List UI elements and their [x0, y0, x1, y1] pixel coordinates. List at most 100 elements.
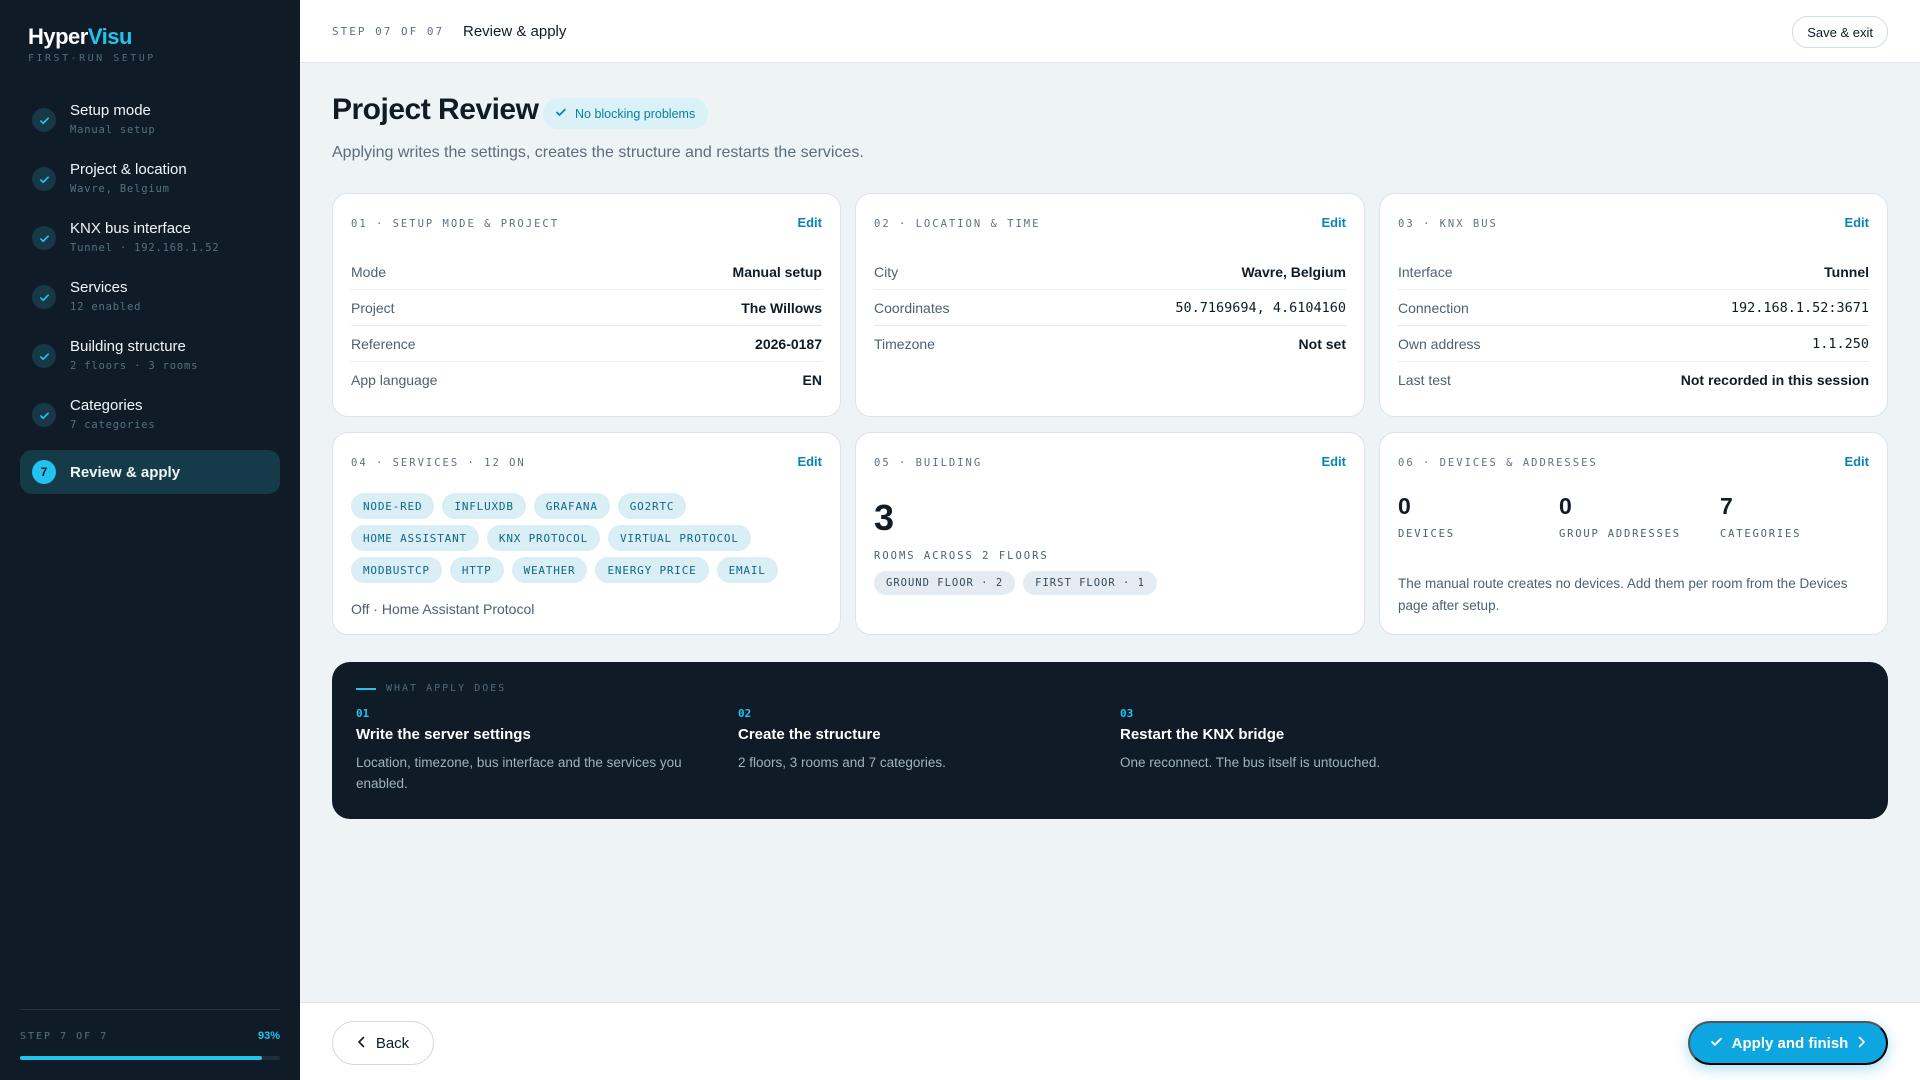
detail-row: Coordinates 50.7169694, 4.6104160	[874, 290, 1346, 326]
apply-and-finish-button[interactable]: Apply and finish	[1688, 1021, 1888, 1065]
check-icon	[32, 167, 56, 191]
step-label: Building structure	[70, 338, 186, 355]
edit-knx-link[interactable]: Edit	[1844, 215, 1869, 230]
detail-row: Timezone Not set	[874, 326, 1346, 362]
detail-value: 50.7169694, 4.6104160	[1175, 299, 1346, 316]
bottom-bar: Back Apply and finish	[300, 1002, 1920, 1080]
step-detail: 12 enabled	[70, 301, 142, 313]
floor-chip-list: GROUND FLOOR · 2 FIRST FLOOR · 1	[874, 571, 1157, 595]
progress-bar-fill	[20, 1056, 262, 1060]
step-detail: Manual setup	[70, 124, 156, 136]
top-bar: STEP 07 OF 07 · Review & apply Save & ex…	[300, 0, 1920, 63]
floor-chip: GROUND FLOOR · 2	[874, 571, 1016, 595]
detail-key: Interface	[1398, 263, 1453, 280]
detail-key: Project	[351, 299, 395, 316]
service-chip: HTTP	[449, 557, 504, 583]
detail-list: Mode Manual setup Project The Willows Refe…	[351, 254, 822, 398]
page-subtitle: Applying writes the settings, creates th…	[332, 144, 864, 161]
card-heading: 06 · DEVICES & ADDRESSES	[1398, 457, 1598, 469]
apply-step-title: Restart the KNX bridge	[1120, 726, 1285, 743]
sidebar-step-services[interactable]: Services 12 enabled	[20, 271, 280, 330]
step-label: Project & location	[70, 161, 187, 178]
apply-step-number: 01	[356, 707, 370, 720]
sidebar-step-building-structure[interactable]: Building structure 2 floors · 3 rooms	[20, 330, 280, 389]
detail-row: Connection 192.168.1.52:3671	[1398, 290, 1869, 326]
detail-key: Mode	[351, 263, 387, 280]
edit-setup-link[interactable]: Edit	[797, 215, 822, 230]
stat-value: 7	[1720, 493, 1733, 519]
detail-value: Tunnel	[1824, 263, 1869, 280]
detail-value: EN	[802, 372, 822, 388]
check-icon	[1710, 1035, 1723, 1052]
stat-value: 0	[1559, 493, 1572, 519]
check-icon	[32, 226, 56, 250]
check-icon	[32, 285, 56, 309]
card-location-time: 02 · LOCATION & TIME Edit City Wavre, Bel…	[855, 193, 1365, 417]
detail-list: City Wavre, Belgium Coordinates 50.7169694…	[874, 254, 1346, 362]
accent-line	[356, 687, 376, 690]
chevron-left-icon	[357, 1035, 366, 1052]
detail-value: Not recorded in this session	[1680, 372, 1869, 388]
status-badge-label: No blocking problems	[575, 106, 696, 121]
floor-chip: FIRST FLOOR · 1	[1023, 571, 1157, 595]
detail-key: Last test	[1398, 372, 1451, 388]
services-off-note: Off · Home Assistant Protocol	[351, 601, 535, 617]
sidebar-step-project-location[interactable]: Project & location Wavre, Belgium	[20, 153, 280, 212]
detail-key: Connection	[1398, 299, 1469, 316]
apply-button-label: Apply and finish	[1731, 1034, 1849, 1052]
apply-step-desc: 2 floors, 3 rooms and 7 categories.	[738, 755, 946, 770]
sidebar-step-setup-mode[interactable]: Setup mode Manual setup	[20, 94, 280, 153]
detail-row: Interface Tunnel	[1398, 254, 1869, 290]
stat-label: CATEGORIES	[1720, 528, 1802, 540]
stat-devices: 0 DEVICES	[1398, 493, 1455, 540]
service-chip-list: NODE-RED INFLUXDB GRAFANA GO2RTC HOME AS…	[351, 493, 822, 583]
card-heading: 04 · SERVICES · 12 ON	[351, 457, 526, 469]
apply-step-desc: Location, timezone, bus interface and th…	[356, 755, 682, 791]
card-services: 04 · SERVICES · 12 ON Edit NODE-RED INFL…	[332, 432, 841, 635]
step-label: KNX bus interface	[70, 220, 191, 237]
detail-row: App language EN	[351, 362, 822, 398]
edit-devices-link[interactable]: Edit	[1844, 454, 1869, 469]
breadcrumb-step: STEP 07 OF 07	[332, 25, 445, 38]
detail-value: Manual setup	[732, 263, 822, 280]
apply-step: 02 Create the structure 2 floors, 3 room…	[738, 707, 1068, 773]
detail-value: Not set	[1298, 336, 1346, 352]
detail-key: Coordinates	[874, 299, 950, 316]
apply-step: 03 Restart the KNX bridge One reconnect.…	[1120, 707, 1450, 773]
card-heading: 05 · BUILDING	[874, 457, 983, 469]
detail-row: Reference 2026-0187	[351, 326, 822, 362]
detail-value: The Willows	[741, 299, 822, 316]
sidebar-step-knx-bus[interactable]: KNX bus interface Tunnel · 192.168.1.52	[20, 212, 280, 271]
apply-step-number: 02	[738, 707, 752, 720]
apply-step-title: Write the server settings	[356, 726, 531, 743]
step-label: Categories	[70, 397, 143, 414]
app-subtitle: FIRST-RUN SETUP	[28, 53, 156, 64]
progress-label: STEP 7 OF 7	[20, 1031, 109, 1042]
apply-step: 01 Write the server settings Location, t…	[356, 707, 686, 794]
save-exit-button[interactable]: Save & exit	[1792, 16, 1888, 48]
sidebar-step-categories[interactable]: Categories 7 categories	[20, 389, 280, 448]
stat-label: DEVICES	[1398, 528, 1455, 540]
detail-key: City	[874, 263, 899, 280]
stat-label: GROUP ADDRESSES	[1559, 528, 1681, 540]
step-detail: 2 floors · 3 rooms	[70, 360, 199, 372]
step-detail: Tunnel · 192.168.1.52	[70, 242, 220, 254]
check-icon	[32, 403, 56, 427]
sidebar-step-review-apply[interactable]: 7 Review & apply	[20, 450, 280, 494]
back-button[interactable]: Back	[332, 1021, 434, 1065]
apply-step-number: 03	[1120, 707, 1134, 720]
detail-key: Timezone	[874, 336, 935, 352]
service-chip: INFLUXDB	[442, 493, 526, 519]
edit-services-link[interactable]: Edit	[797, 454, 822, 469]
check-icon	[32, 108, 56, 132]
edit-building-link[interactable]: Edit	[1321, 454, 1346, 469]
step-detail: 7 categories	[70, 419, 156, 431]
card-building: 05 · BUILDING Edit 3 ROOMS ACROSS 2 FLOO…	[855, 432, 1365, 635]
stat-value: 0	[1398, 493, 1411, 519]
edit-location-link[interactable]: Edit	[1321, 215, 1346, 230]
back-button-label: Back	[375, 1034, 410, 1052]
divider	[20, 1009, 280, 1010]
status-badge: No blocking problems	[543, 98, 709, 129]
card-heading: 02 · LOCATION & TIME	[874, 218, 1041, 230]
service-chip: EMAIL	[716, 557, 778, 583]
